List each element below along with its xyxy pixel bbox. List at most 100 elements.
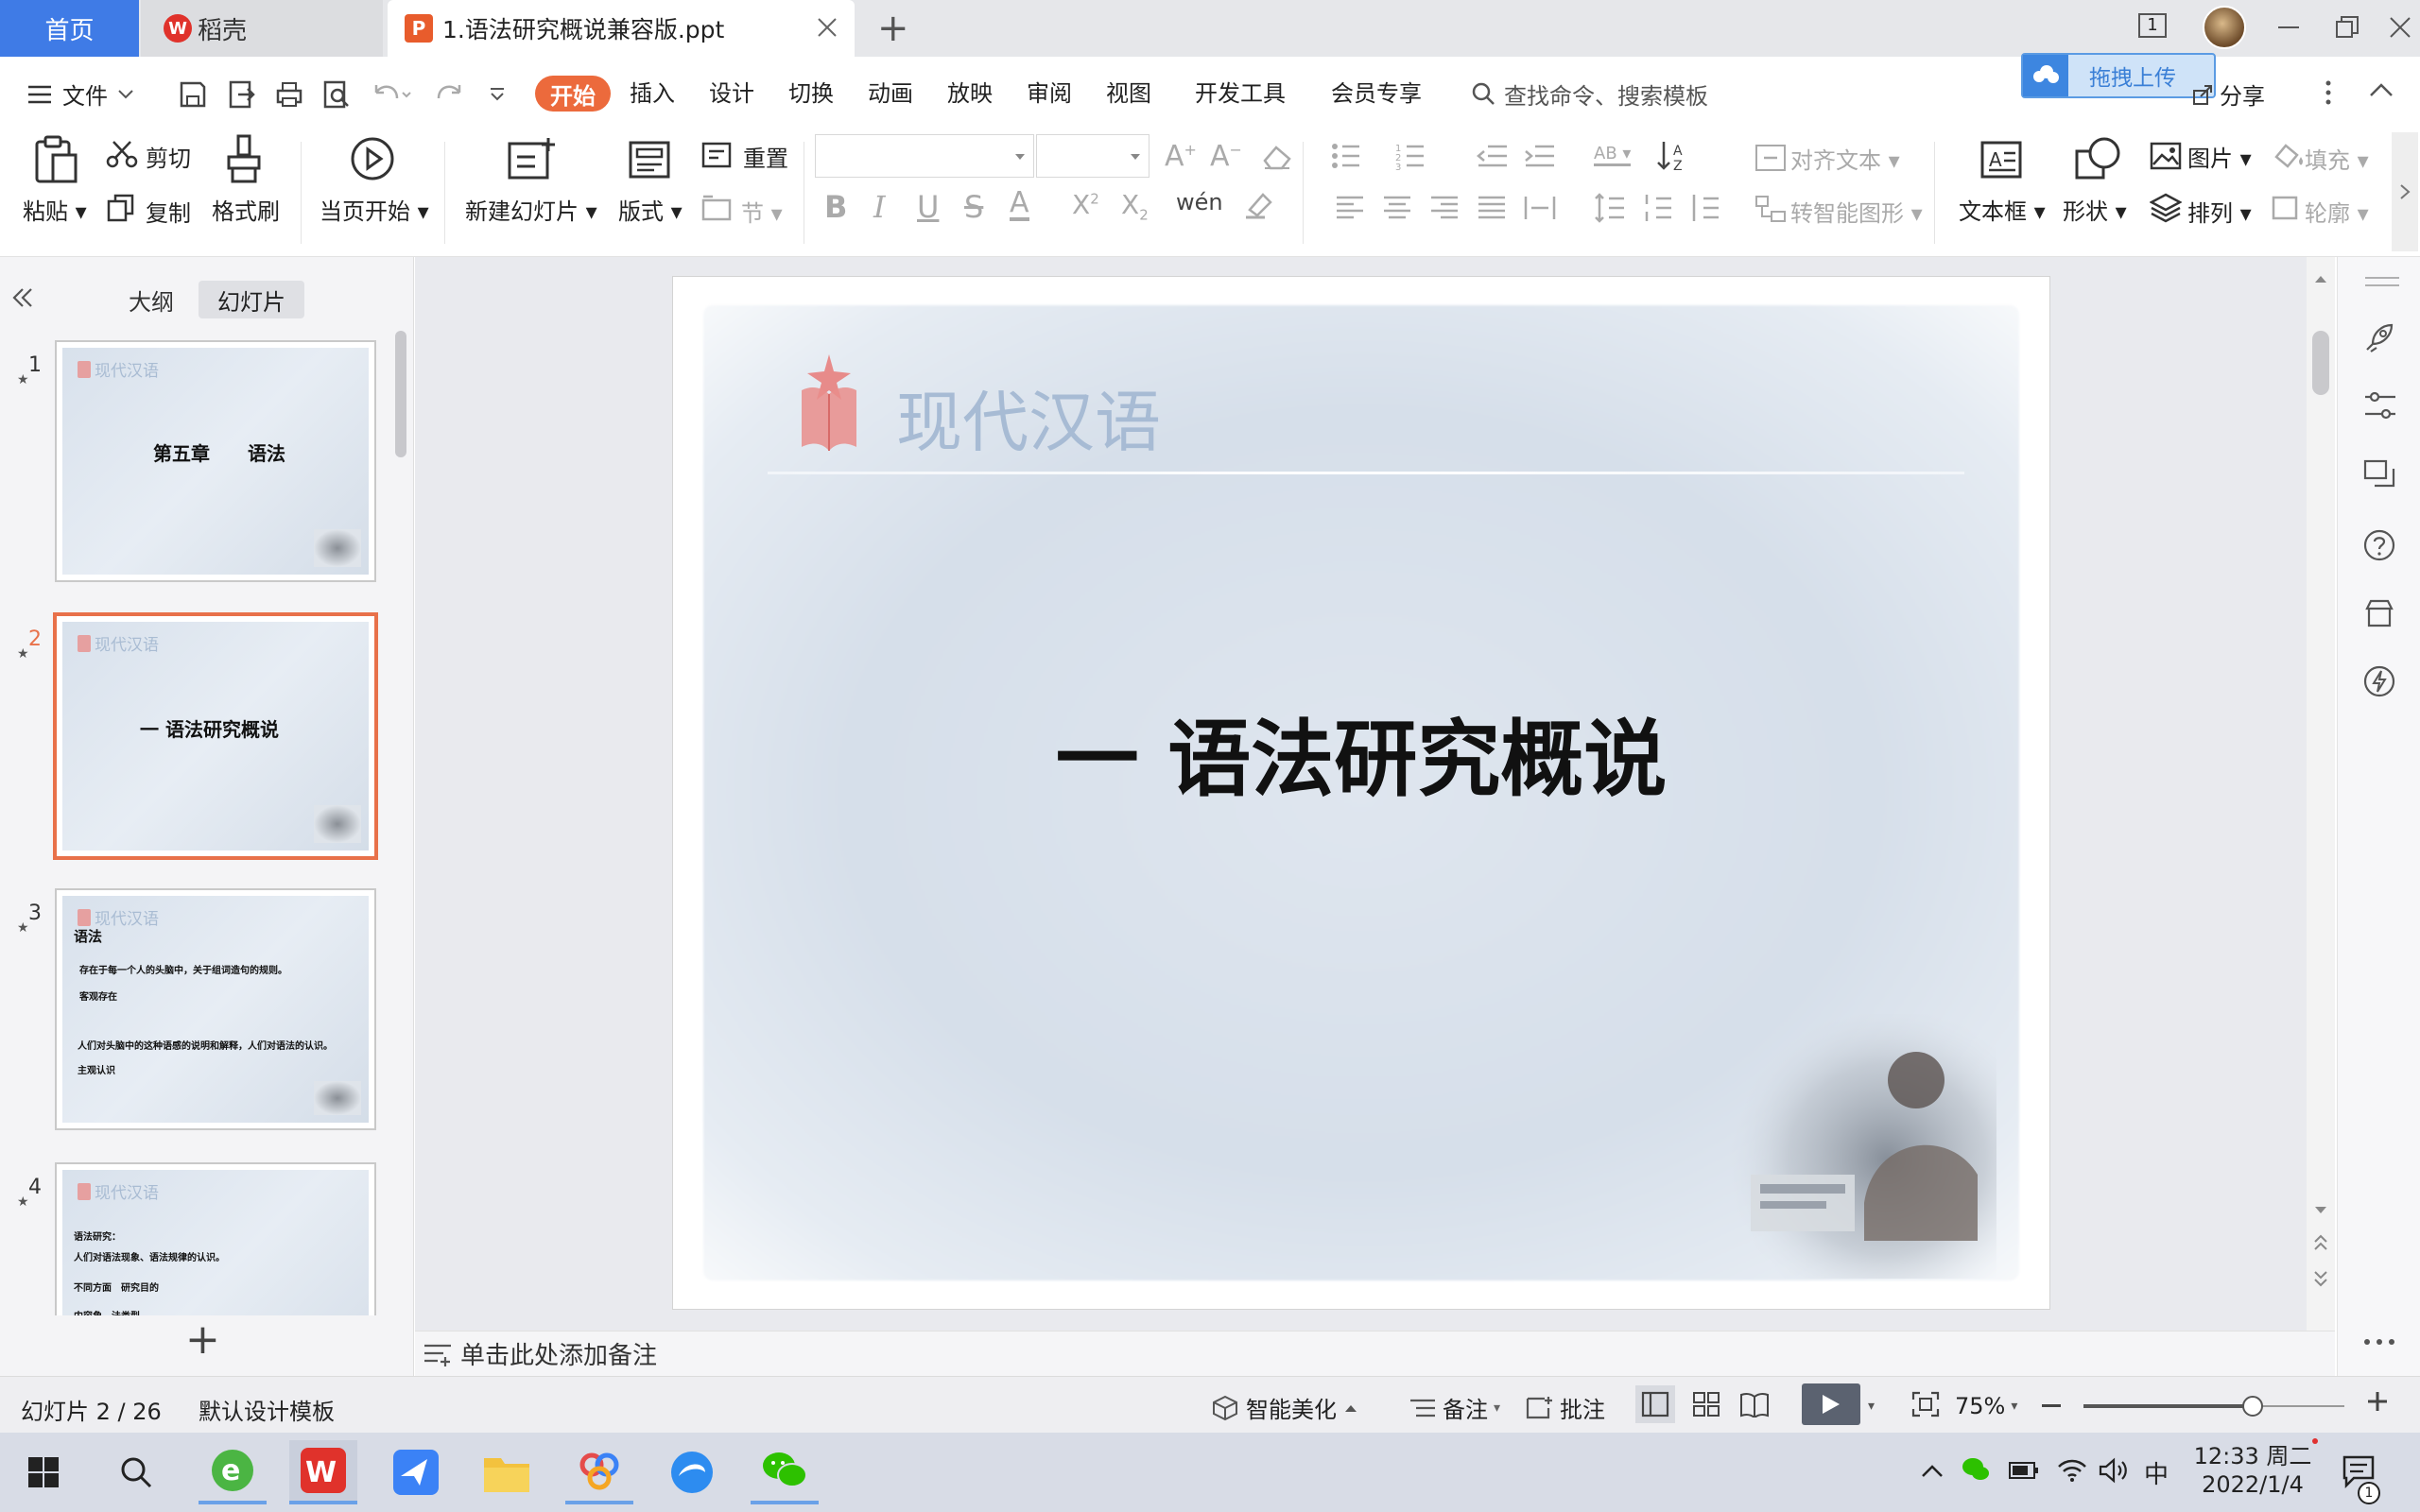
slideshow-options-icon[interactable]: ▾ xyxy=(1868,1399,1875,1414)
cloud-drive-app-icon[interactable] xyxy=(565,1440,633,1504)
superscript-icon[interactable]: X2 xyxy=(1072,189,1099,220)
highlight-icon[interactable] xyxy=(1244,191,1276,219)
close-window-icon[interactable] xyxy=(2388,15,2412,40)
fill-button[interactable]: 填充 ▾ xyxy=(2305,142,2369,175)
scroll-up-icon[interactable] xyxy=(2314,274,2327,284)
tab-home[interactable]: 首页 xyxy=(0,0,139,57)
spacing-options-icon[interactable] xyxy=(1688,193,1726,223)
restore-icon[interactable] xyxy=(2335,15,2360,40)
menu-tab-animation[interactable]: 动画 xyxy=(868,77,913,110)
previous-slide-icon[interactable] xyxy=(2314,1234,2327,1251)
convert-smart-shape-button[interactable]: 转智能图形 ▾ xyxy=(1790,195,1923,228)
comments-button[interactable]: 批注 xyxy=(1524,1391,1605,1424)
menu-tab-slideshow[interactable]: 放映 xyxy=(947,77,993,110)
zoom-out-button[interactable] xyxy=(2042,1404,2061,1407)
slide-transition-icon[interactable] xyxy=(2363,459,2397,491)
design-template-label[interactable]: 默认设计模板 xyxy=(199,1393,335,1426)
wechat-app-icon[interactable] xyxy=(751,1440,819,1504)
new-tab-button[interactable]: + xyxy=(877,8,909,49)
copy-button[interactable]: 复制 xyxy=(146,195,191,228)
start-from-current-button[interactable]: 当页开始 ▾ xyxy=(320,193,429,226)
font-color-icon[interactable]: A xyxy=(1010,189,1029,221)
text-direction-icon[interactable]: AB ▾ xyxy=(1594,144,1632,166)
strikethrough-icon[interactable]: S xyxy=(964,189,983,225)
tray-clock[interactable]: 12:33 周二 2022/1/4 xyxy=(2193,1442,2312,1499)
user-avatar[interactable] xyxy=(2203,6,2246,49)
scroll-down-icon[interactable] xyxy=(2314,1206,2327,1215)
menu-tab-review[interactable]: 审阅 xyxy=(1027,77,1072,110)
start-menu-icon[interactable] xyxy=(9,1440,78,1504)
bullets-icon[interactable] xyxy=(1331,142,1369,170)
normal-view-icon[interactable] xyxy=(1635,1385,1675,1423)
copy-icon[interactable] xyxy=(106,193,136,223)
slide-thumbnail[interactable]: 现代汉语 第五章 语法 xyxy=(55,340,376,582)
underline-icon[interactable]: U xyxy=(917,189,939,225)
fill-icon[interactable] xyxy=(2271,142,2303,170)
align-center-icon[interactable] xyxy=(1382,195,1412,221)
fit-window-icon[interactable] xyxy=(1911,1391,1940,1418)
slide-thumbnail[interactable]: 现代汉语 语法研究： 人们对语法现象、语法规律的认识。 不同方面 研究目的 内容… xyxy=(55,1162,376,1315)
decrease-indent-icon[interactable] xyxy=(1477,144,1509,168)
slide-title[interactable]: 一 语法研究概说 xyxy=(673,693,2049,813)
scroll-thumb[interactable] xyxy=(2312,331,2329,395)
export-pdf-icon[interactable] xyxy=(227,79,257,110)
new-slide-button[interactable]: 新建幻灯片 ▾ xyxy=(465,193,597,226)
notes-toggle-button[interactable]: 备注 ▾ xyxy=(1409,1391,1500,1424)
arrange-icon[interactable] xyxy=(2150,193,2182,223)
align-text-icon[interactable] xyxy=(1754,144,1787,172)
add-slide-button[interactable]: + xyxy=(185,1317,220,1363)
tab-slides[interactable]: 幻灯片 xyxy=(199,281,304,318)
store-icon[interactable] xyxy=(2363,597,2395,629)
battery-icon[interactable] xyxy=(2008,1459,2040,1482)
adjust-settings-icon[interactable] xyxy=(2363,389,2397,421)
menu-tab-design[interactable]: 设计 xyxy=(709,77,754,110)
picture-button[interactable]: 图片 ▾ xyxy=(2187,140,2252,173)
distribute-icon[interactable] xyxy=(1524,195,1556,221)
paragraph-spacing-icon[interactable] xyxy=(1641,193,1673,223)
collapse-ribbon-icon[interactable] xyxy=(2369,81,2394,98)
reading-view-icon[interactable] xyxy=(1739,1391,1770,1418)
current-slide[interactable]: 现代汉语 一 语法研究概说 xyxy=(672,276,2050,1310)
menu-tab-insert[interactable]: 插入 xyxy=(630,77,675,110)
file-menu[interactable]: 文件 xyxy=(26,77,134,111)
tab-outline[interactable]: 大纲 xyxy=(117,281,185,318)
new-slide-icon[interactable] xyxy=(507,136,556,181)
ime-indicator[interactable]: 中 xyxy=(2144,1455,2169,1490)
canvas-vertical-scrollbar[interactable] xyxy=(2307,257,2335,1331)
smart-beautify-button[interactable]: 智能美化 xyxy=(1212,1391,1357,1424)
increase-indent-icon[interactable] xyxy=(1524,144,1556,168)
tray-expand-icon[interactable] xyxy=(1921,1463,1944,1478)
reset-icon[interactable] xyxy=(701,142,732,168)
thumbnail-scrollbar[interactable] xyxy=(395,331,406,457)
window-count-badge[interactable]: 1 xyxy=(2138,13,2167,38)
help-icon[interactable] xyxy=(2363,529,2395,561)
clear-format-icon[interactable] xyxy=(1261,144,1293,170)
outline-icon[interactable] xyxy=(2271,195,2299,221)
textbox-icon[interactable]: A xyxy=(1979,140,2023,180)
smart-shape-icon[interactable] xyxy=(1754,195,1787,223)
feishu-app-icon[interactable] xyxy=(382,1440,450,1504)
shape-button[interactable]: 形状 ▾ xyxy=(2063,193,2127,226)
taskbar-search-icon[interactable] xyxy=(102,1440,170,1504)
browser-app-icon[interactable]: e xyxy=(199,1440,267,1504)
layout-button[interactable]: 版式 ▾ xyxy=(618,193,683,226)
menu-tab-developer[interactable]: 开发工具 xyxy=(1195,77,1286,110)
next-slide-icon[interactable] xyxy=(2314,1270,2327,1287)
save-icon[interactable] xyxy=(178,79,208,110)
align-text-button[interactable]: 对齐文本 ▾ xyxy=(1790,142,1900,175)
wps-app-icon[interactable]: W xyxy=(289,1440,357,1504)
ribbon-scroll-right[interactable] xyxy=(2392,132,2418,251)
command-search[interactable]: 查找命令、搜索模板 xyxy=(1470,76,1708,112)
tray-wechat-icon[interactable] xyxy=(1961,1455,1991,1484)
lightning-icon[interactable] xyxy=(2363,665,2395,697)
volume-icon[interactable] xyxy=(2099,1457,2129,1484)
font-size-select[interactable] xyxy=(1036,134,1150,178)
print-preview-icon[interactable] xyxy=(321,79,352,110)
decrease-font-icon[interactable]: A− xyxy=(1210,140,1242,173)
format-painter-button[interactable]: 格式刷 xyxy=(212,193,280,226)
paste-icon[interactable] xyxy=(32,134,79,185)
minimize-icon[interactable] xyxy=(2278,26,2299,28)
font-family-select[interactable] xyxy=(815,134,1034,178)
customize-toolbar-icon[interactable] xyxy=(488,85,507,104)
paste-button[interactable]: 粘贴 ▾ xyxy=(23,193,87,226)
